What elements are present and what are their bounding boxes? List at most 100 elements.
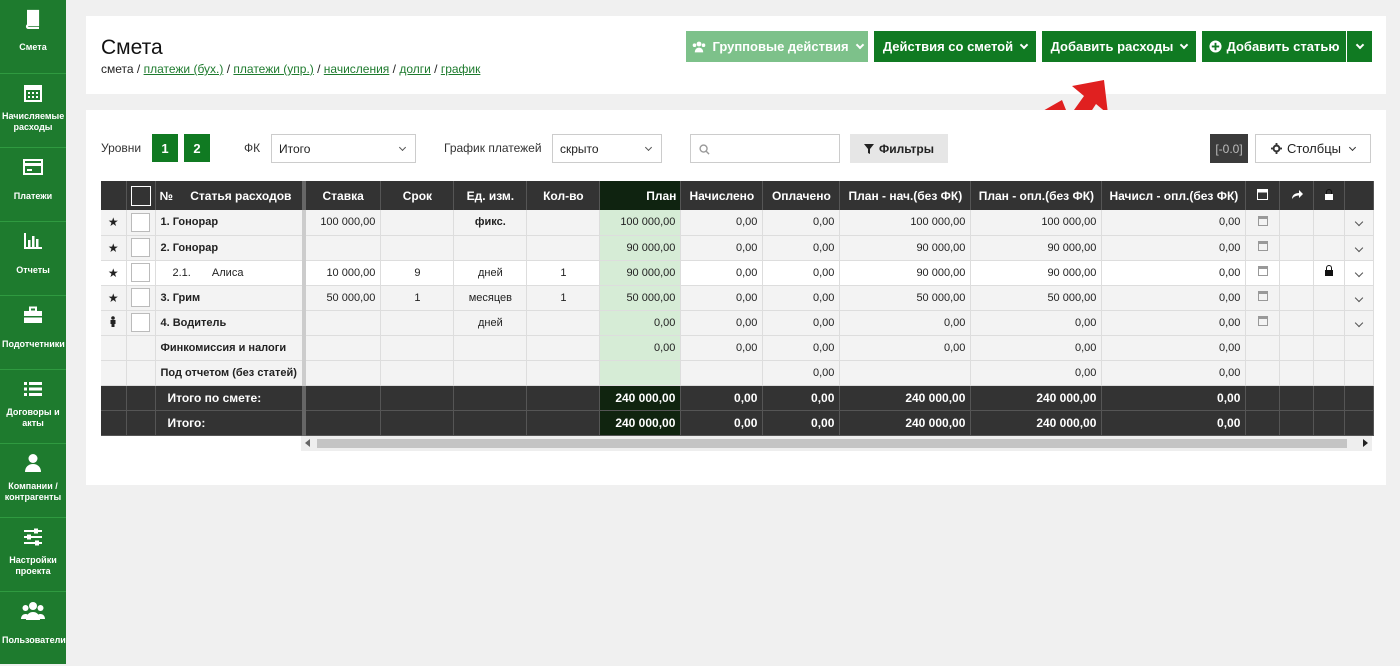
columns-button[interactable]: Столбцы xyxy=(1255,134,1371,163)
row-term[interactable] xyxy=(380,210,455,236)
sidebar-item-accountable[interactable]: Подотчетники xyxy=(0,296,66,370)
chevron-down-icon[interactable] xyxy=(1355,318,1364,327)
add-item-button[interactable]: Добавить статью xyxy=(1202,31,1346,62)
add-item-dropdown-button[interactable] xyxy=(1347,31,1372,62)
row-checkbox-cell[interactable] xyxy=(126,285,156,311)
lock-icon[interactable] xyxy=(1325,264,1334,276)
estimate-actions-button[interactable]: Действия со сметой xyxy=(874,31,1036,62)
scroll-left-arrow-icon[interactable] xyxy=(305,439,310,447)
breadcrumb-link-payments-acc[interactable]: платежи (бух.) xyxy=(144,62,224,76)
calendar-icon[interactable] xyxy=(1257,316,1268,326)
row-unit[interactable]: фикс. xyxy=(453,210,528,236)
row-term[interactable]: 1 xyxy=(380,285,455,311)
row-rate[interactable] xyxy=(303,235,382,261)
row-expand[interactable] xyxy=(1344,310,1375,336)
table-row[interactable]: ★ 2.1. Алиса 10 000,00 9 дней 1 90 000,0… xyxy=(101,260,1375,286)
calendar-icon[interactable] xyxy=(1257,241,1268,251)
row-unit[interactable]: дней xyxy=(453,310,528,336)
fk-select[interactable]: Итого xyxy=(271,134,416,163)
row-expand[interactable] xyxy=(1344,210,1375,236)
chevron-down-icon[interactable] xyxy=(1355,218,1364,227)
star-icon[interactable]: ★ xyxy=(108,215,119,229)
row-marker[interactable]: ★ xyxy=(101,210,127,236)
row-calendar[interactable] xyxy=(1245,260,1281,286)
header-accrued[interactable]: Начислено xyxy=(680,181,764,210)
row-marker[interactable]: ★ xyxy=(101,285,127,311)
chevron-down-icon[interactable] xyxy=(1355,243,1364,252)
row-item-name[interactable]: 2.1. Алиса xyxy=(155,260,306,286)
row-qty[interactable] xyxy=(526,210,601,236)
sidebar-item-payments[interactable]: Платежи xyxy=(0,148,66,222)
star-icon[interactable]: ★ xyxy=(108,266,119,280)
row-unit[interactable]: дней xyxy=(453,260,528,286)
zero-toggle-button[interactable]: [-0.0] xyxy=(1210,134,1248,163)
row-checkbox-cell[interactable] xyxy=(126,210,156,236)
row-rate[interactable]: 50 000,00 xyxy=(303,285,382,311)
row-item-name[interactable]: 4. Водитель xyxy=(155,310,306,336)
header-select-all[interactable] xyxy=(126,181,156,210)
chevron-down-icon[interactable] xyxy=(1355,268,1364,277)
row-expand[interactable] xyxy=(1344,235,1375,261)
row-checkbox-cell[interactable] xyxy=(126,260,156,286)
sidebar-item-companies[interactable]: Компании / контрагенты xyxy=(0,444,66,518)
header-plan-paid[interactable]: План - опл.(без ФК) xyxy=(970,181,1103,210)
row-unit[interactable]: месяцев xyxy=(453,285,528,311)
row-calendar[interactable] xyxy=(1245,310,1281,336)
level-2-button[interactable]: 2 xyxy=(184,134,210,162)
person-icon[interactable] xyxy=(109,315,117,327)
table-row[interactable]: ★ 3. Грим 50 000,00 1 месяцев 1 50 000,0… xyxy=(101,285,1375,311)
row-calendar[interactable] xyxy=(1245,235,1281,261)
header-rate[interactable]: Ставка xyxy=(303,181,382,210)
horizontal-scrollbar[interactable] xyxy=(301,436,1372,451)
chevron-down-icon[interactable] xyxy=(1355,293,1364,302)
row-rate[interactable] xyxy=(303,310,382,336)
schedule-select[interactable]: скрыто xyxy=(552,134,662,163)
header-qty[interactable]: Кол-во xyxy=(526,181,601,210)
row-lock[interactable] xyxy=(1313,260,1346,286)
row-marker[interactable] xyxy=(101,310,127,336)
row-expand[interactable] xyxy=(1344,260,1375,286)
sidebar-item-project-settings[interactable]: Настройки проекта xyxy=(0,518,66,592)
scrollbar-thumb[interactable] xyxy=(317,439,1347,448)
scroll-right-arrow-icon[interactable] xyxy=(1363,439,1368,447)
sidebar-item-users[interactable]: Пользователи xyxy=(0,592,66,666)
row-checkbox-cell[interactable] xyxy=(126,235,156,261)
breadcrumb-link-payments-mgmt[interactable]: платежи (упр.) xyxy=(233,62,313,76)
row-checkbox[interactable] xyxy=(131,313,150,332)
header-term[interactable]: Срок xyxy=(380,181,455,210)
breadcrumb-link-schedule[interactable]: график xyxy=(441,62,481,76)
row-rate[interactable]: 100 000,00 xyxy=(303,210,382,236)
calendar-icon[interactable] xyxy=(1257,215,1268,226)
breadcrumb-link-debts[interactable]: долги xyxy=(399,62,431,76)
row-unit[interactable] xyxy=(453,235,528,261)
row-calendar[interactable] xyxy=(1245,285,1281,311)
header-paid[interactable]: Оплачено xyxy=(762,181,841,210)
star-icon[interactable]: ★ xyxy=(108,241,119,255)
star-icon[interactable]: ★ xyxy=(108,291,119,305)
sidebar-item-contracts[interactable]: Договоры и акты xyxy=(0,370,66,444)
select-all-checkbox[interactable] xyxy=(130,185,151,206)
row-qty[interactable]: 1 xyxy=(526,260,601,286)
row-item-name[interactable]: 2. Гонорар xyxy=(155,235,306,261)
row-item-name[interactable]: 1. Гонорар xyxy=(155,210,306,236)
group-actions-button[interactable]: Групповые действия xyxy=(686,31,868,62)
row-qty[interactable] xyxy=(526,310,601,336)
filters-button[interactable]: Фильтры xyxy=(850,134,948,163)
row-expand[interactable] xyxy=(1344,285,1375,311)
sidebar-item-accrued-expenses[interactable]: Начисляемые расходы xyxy=(0,74,66,148)
calendar-icon[interactable] xyxy=(1257,266,1268,276)
header-plan[interactable]: План xyxy=(599,181,682,210)
row-checkbox[interactable] xyxy=(131,238,150,257)
header-plan-accrued[interactable]: План - нач.(без ФК) xyxy=(839,181,972,210)
row-term[interactable]: 9 xyxy=(380,260,455,286)
row-qty[interactable] xyxy=(526,235,601,261)
breadcrumb-link-accruals[interactable]: начисления xyxy=(324,62,390,76)
row-checkbox[interactable] xyxy=(131,263,150,282)
row-marker[interactable]: ★ xyxy=(101,260,127,286)
level-1-button[interactable]: 1 xyxy=(152,134,178,162)
row-checkbox[interactable] xyxy=(131,212,150,232)
table-row[interactable]: ★ 1. Гонорар 100 000,00 фикс. 100 000,00… xyxy=(101,210,1375,236)
row-item-name[interactable]: 3. Грим xyxy=(155,285,306,311)
row-term[interactable] xyxy=(380,235,455,261)
row-checkbox[interactable] xyxy=(131,288,150,307)
